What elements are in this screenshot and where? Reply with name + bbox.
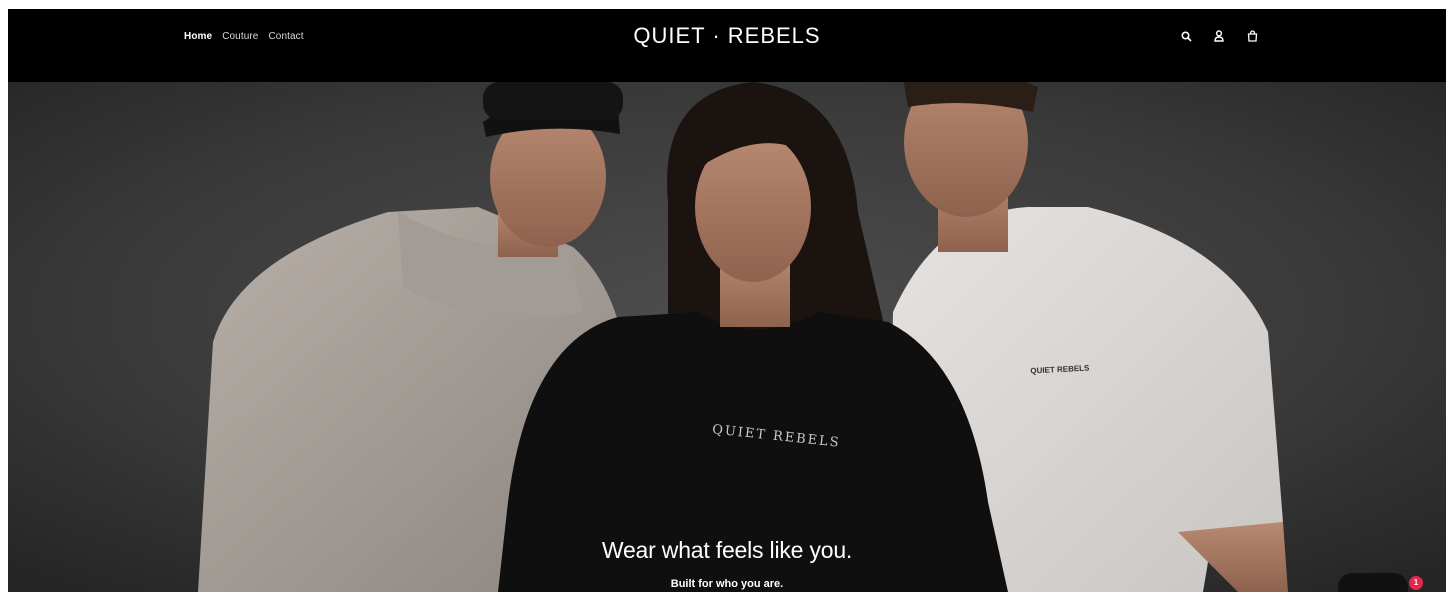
cart-icon[interactable] (1244, 27, 1260, 45)
site-header: Home Couture Contact QUIET · REBELS (8, 9, 1446, 82)
chat-badge: 1 (1409, 576, 1423, 590)
hero-headline: Wear what feels like you. (601, 537, 853, 563)
hero-subline: Built for who you are. (670, 578, 784, 590)
search-icon[interactable] (1178, 27, 1194, 45)
hero-image: QUIET REBELS QUIET REBELS (8, 82, 1446, 592)
page-frame: Home Couture Contact QUIET · REBELS QUIE… (8, 9, 1446, 592)
chat-widget-button[interactable] (1338, 573, 1408, 592)
hero-banner: QUIET REBELS QUIET REBELS Wear what feel… (8, 82, 1446, 592)
account-icon[interactable] (1211, 27, 1227, 45)
header-icons (1178, 27, 1260, 45)
